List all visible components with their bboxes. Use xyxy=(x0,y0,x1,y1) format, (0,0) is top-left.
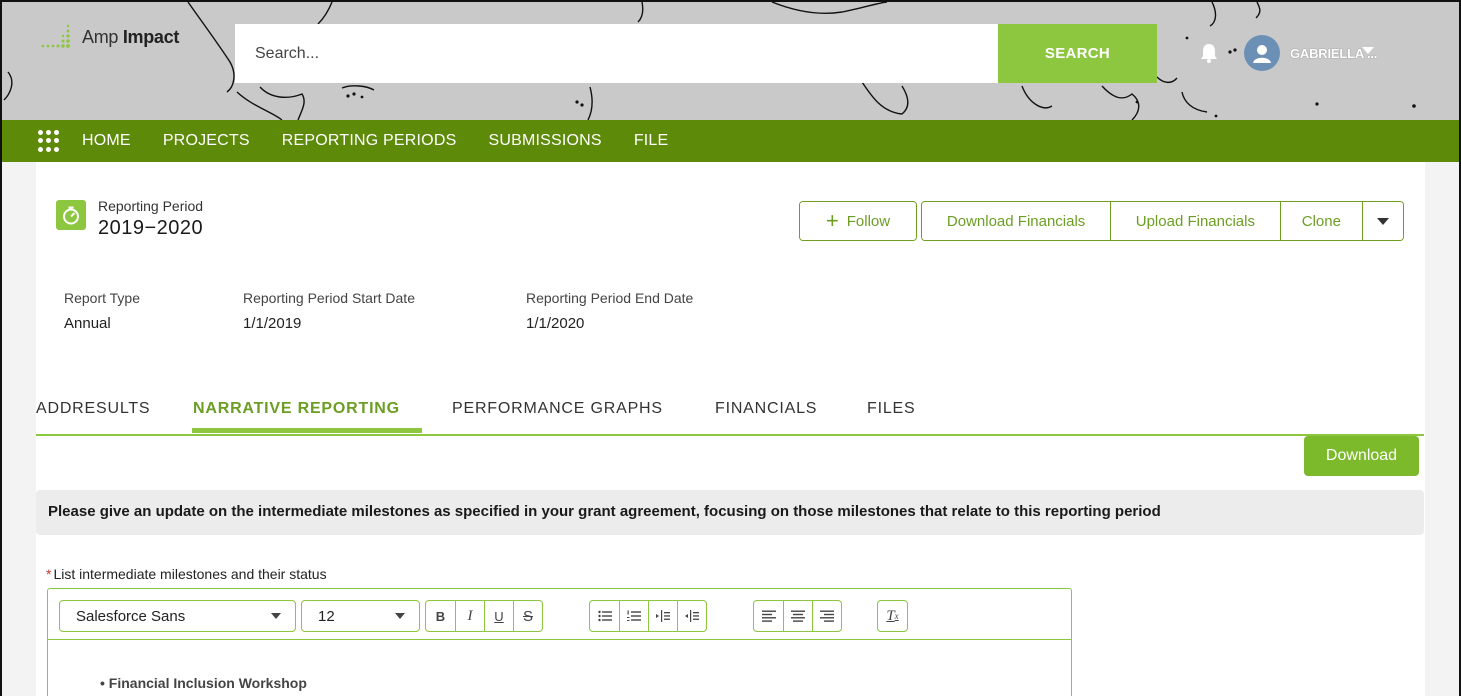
question-banner: Please give an update on the intermediat… xyxy=(36,490,1424,535)
bell-icon[interactable] xyxy=(1198,42,1220,64)
follow-button-group: + Follow xyxy=(799,201,917,241)
page-title: 2019−2020 xyxy=(98,217,204,239)
upload-financials-button[interactable]: Upload Financials xyxy=(1110,202,1280,240)
font-size-value: 12 xyxy=(318,607,335,625)
download-button[interactable]: Download xyxy=(1304,436,1419,476)
list-group xyxy=(589,600,707,632)
rich-text-editor: Salesforce Sans 12 B I U S T x • Financi… xyxy=(47,588,1072,696)
clear-format-group: Tx xyxy=(877,600,908,632)
caret-down-icon xyxy=(1377,217,1390,225)
align-center-icon[interactable] xyxy=(783,601,812,631)
record-actions-group: Download Financials Upload Financials Cl… xyxy=(921,201,1404,241)
tab-performance-graphs[interactable]: PERFORMANCE GRAPHS xyxy=(452,400,663,418)
logo-mark-icon xyxy=(41,24,70,48)
record-object-label: Reporting Period xyxy=(98,198,204,214)
font-size-select[interactable]: 12 xyxy=(301,600,420,632)
numbered-list-icon[interactable] xyxy=(619,601,648,631)
alignment-group xyxy=(753,600,842,632)
font-family-caret-icon xyxy=(271,613,281,619)
field-value-report-type: Annual xyxy=(64,315,111,332)
logo-text: Amp Impact xyxy=(82,27,179,48)
tab-addresults[interactable]: ADDRESULTS xyxy=(36,400,150,418)
editor-toolbar: Salesforce Sans 12 B I U S T x xyxy=(48,589,1071,640)
clear-formatting-icon[interactable]: Tx xyxy=(878,601,907,631)
follow-button[interactable]: + Follow xyxy=(800,202,916,240)
nav-item-file[interactable]: FILE xyxy=(634,132,669,150)
field-value-start-date: 1/1/2019 xyxy=(243,315,302,332)
nav-item-projects[interactable]: PROJECTS xyxy=(163,132,250,150)
field-label-start-date: Reporting Period Start Date xyxy=(243,290,415,306)
underline-icon[interactable]: U xyxy=(484,601,513,631)
tab-bar: ADDRESULTS NARRATIVE REPORTING PERFORMAN… xyxy=(36,398,1424,436)
user-avatar-icon xyxy=(1253,45,1271,63)
bulleted-list-icon[interactable] xyxy=(590,601,619,631)
nav-item-submissions[interactable]: SUBMISSIONS xyxy=(488,132,601,150)
app-launcher-icon[interactable] xyxy=(38,130,60,152)
stopwatch-icon xyxy=(56,200,86,230)
align-right-icon[interactable] xyxy=(812,601,841,631)
font-family-select[interactable]: Salesforce Sans xyxy=(59,600,296,632)
right-gutter xyxy=(1425,162,1459,696)
milestones-field-label: * List intermediate milestones and their … xyxy=(46,566,327,582)
amp-impact-logo[interactable]: Amp Impact xyxy=(40,22,179,52)
avatar[interactable] xyxy=(1244,35,1280,71)
field-value-end-date: 1/1/2020 xyxy=(526,315,585,332)
required-mark: * xyxy=(46,566,52,582)
text-style-group: B I U S xyxy=(425,600,543,632)
tab-narrative-reporting[interactable]: NARRATIVE REPORTING xyxy=(193,400,400,418)
nav-item-reporting-periods[interactable]: REPORTING PERIODS xyxy=(282,132,457,150)
plus-icon: + xyxy=(825,208,839,233)
app-frame: Amp Impact SEARCH GABRIELLA ... HOME PRO… xyxy=(0,0,1461,696)
left-gutter xyxy=(2,162,36,696)
search-input[interactable] xyxy=(235,24,999,83)
clone-button[interactable]: Clone xyxy=(1279,202,1363,240)
tab-files[interactable]: FILES xyxy=(867,400,915,418)
more-actions-button[interactable] xyxy=(1362,202,1403,240)
font-size-caret-icon xyxy=(395,613,405,619)
outdent-icon[interactable] xyxy=(677,601,706,631)
active-tab-indicator xyxy=(192,428,422,433)
logo-text-bold: Impact xyxy=(122,26,180,47)
logo-text-light: Amp xyxy=(82,26,119,47)
milestones-field-label-text: List intermediate milestones and their s… xyxy=(53,566,327,582)
font-family-value: Salesforce Sans xyxy=(76,607,186,625)
follow-label: Follow xyxy=(846,212,891,230)
global-header: Amp Impact SEARCH GABRIELLA ... xyxy=(2,2,1459,120)
italic-icon[interactable]: I xyxy=(455,601,484,631)
field-label-report-type: Report Type xyxy=(64,290,141,306)
download-financials-button[interactable]: Download Financials xyxy=(922,202,1111,240)
align-left-icon[interactable] xyxy=(754,601,783,631)
field-label-end-date: Reporting Period End Date xyxy=(526,290,694,306)
chevron-down-icon[interactable] xyxy=(1362,47,1374,54)
tab-financials[interactable]: FINANCIALS xyxy=(715,400,817,418)
main-nav: HOME PROJECTS REPORTING PERIODS SUBMISSI… xyxy=(2,120,1459,162)
bold-icon[interactable]: B xyxy=(426,601,455,631)
search-button[interactable]: SEARCH xyxy=(998,24,1157,83)
nav-item-home[interactable]: HOME xyxy=(82,132,131,150)
strikethrough-icon[interactable]: S xyxy=(513,601,542,631)
editor-content[interactable]: • Financial Inclusion Workshop xyxy=(100,675,307,691)
indent-icon[interactable] xyxy=(648,601,677,631)
